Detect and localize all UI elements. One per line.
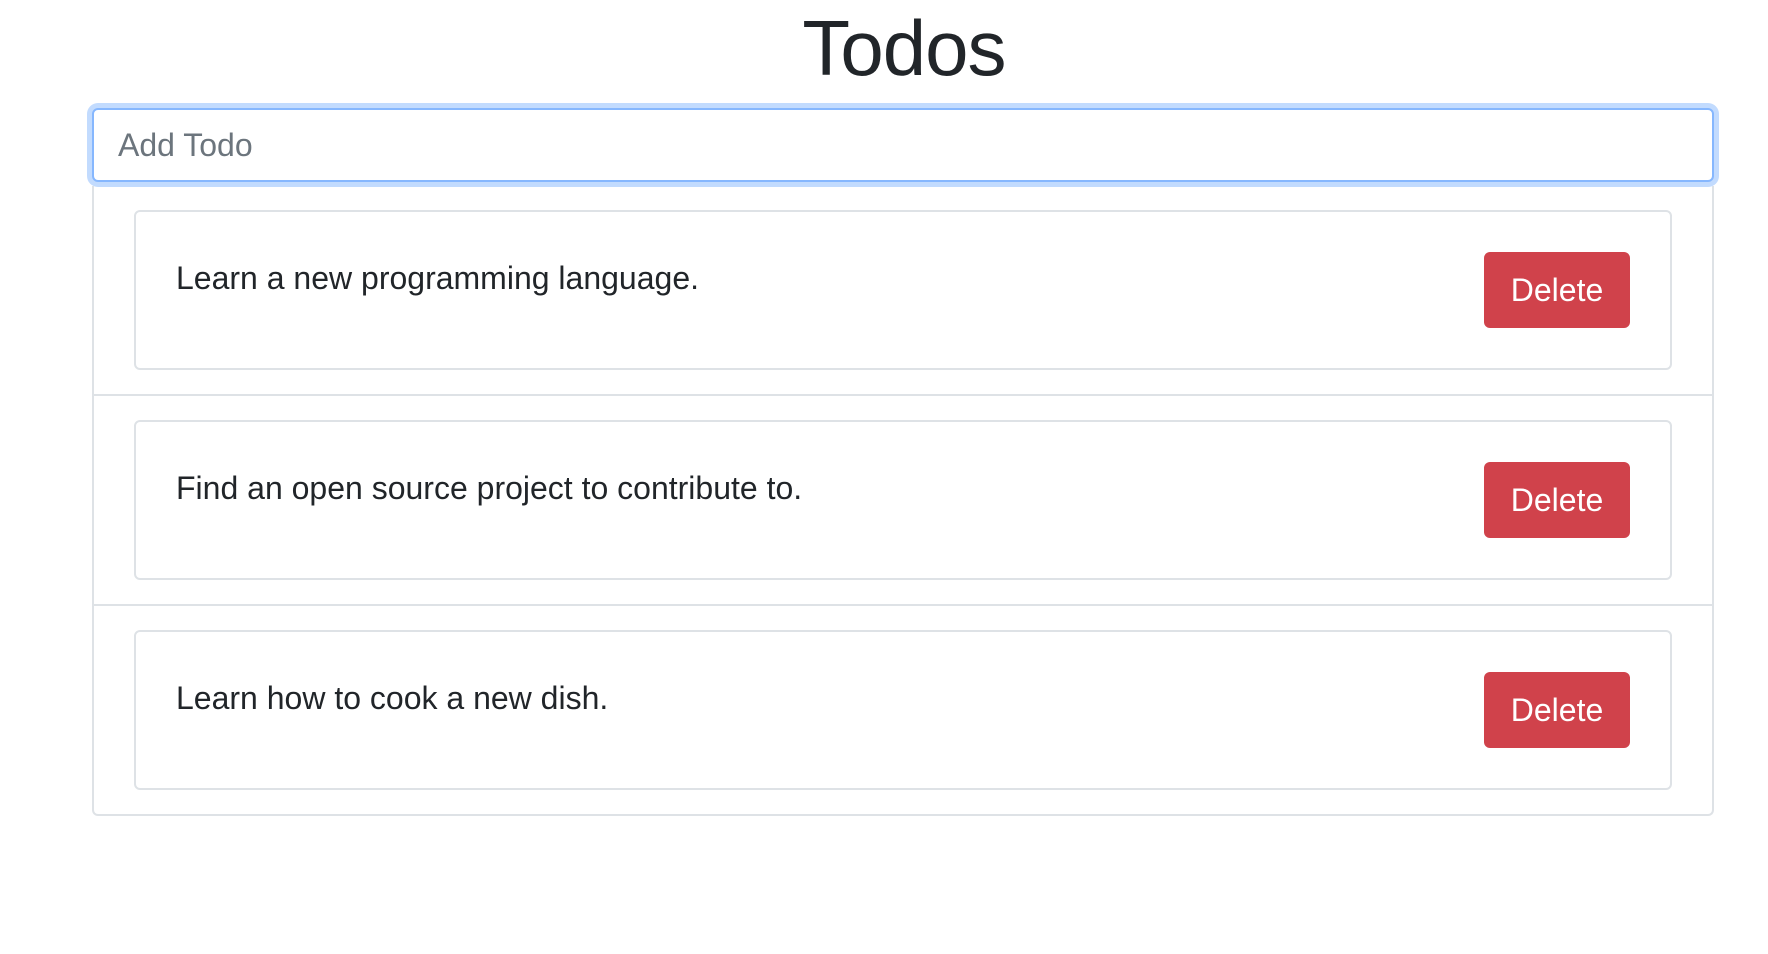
list-item: Learn how to cook a new dish. Delete (94, 606, 1712, 814)
todo-text: Learn how to cook a new dish. (176, 680, 609, 716)
delete-button[interactable]: Delete (1484, 672, 1630, 748)
todo-card: Find an open source project to contribut… (134, 420, 1672, 580)
todo-text: Learn a new programming language. (176, 260, 699, 296)
add-todo-input[interactable] (92, 108, 1714, 182)
todo-text: Find an open source project to contribut… (176, 470, 803, 506)
todo-card: Learn how to cook a new dish. Delete (134, 630, 1672, 790)
todo-app: Todos Learn a new programming language. … (0, 0, 1768, 954)
list-item: Find an open source project to contribut… (94, 396, 1712, 606)
todo-card: Learn a new programming language. Delete (134, 210, 1672, 370)
list-item: Learn a new programming language. Delete (94, 186, 1712, 396)
delete-button[interactable]: Delete (1484, 252, 1630, 328)
todo-list: Learn a new programming language. Delete… (92, 186, 1714, 816)
page-title: Todos (802, 4, 1006, 92)
delete-button[interactable]: Delete (1484, 462, 1630, 538)
